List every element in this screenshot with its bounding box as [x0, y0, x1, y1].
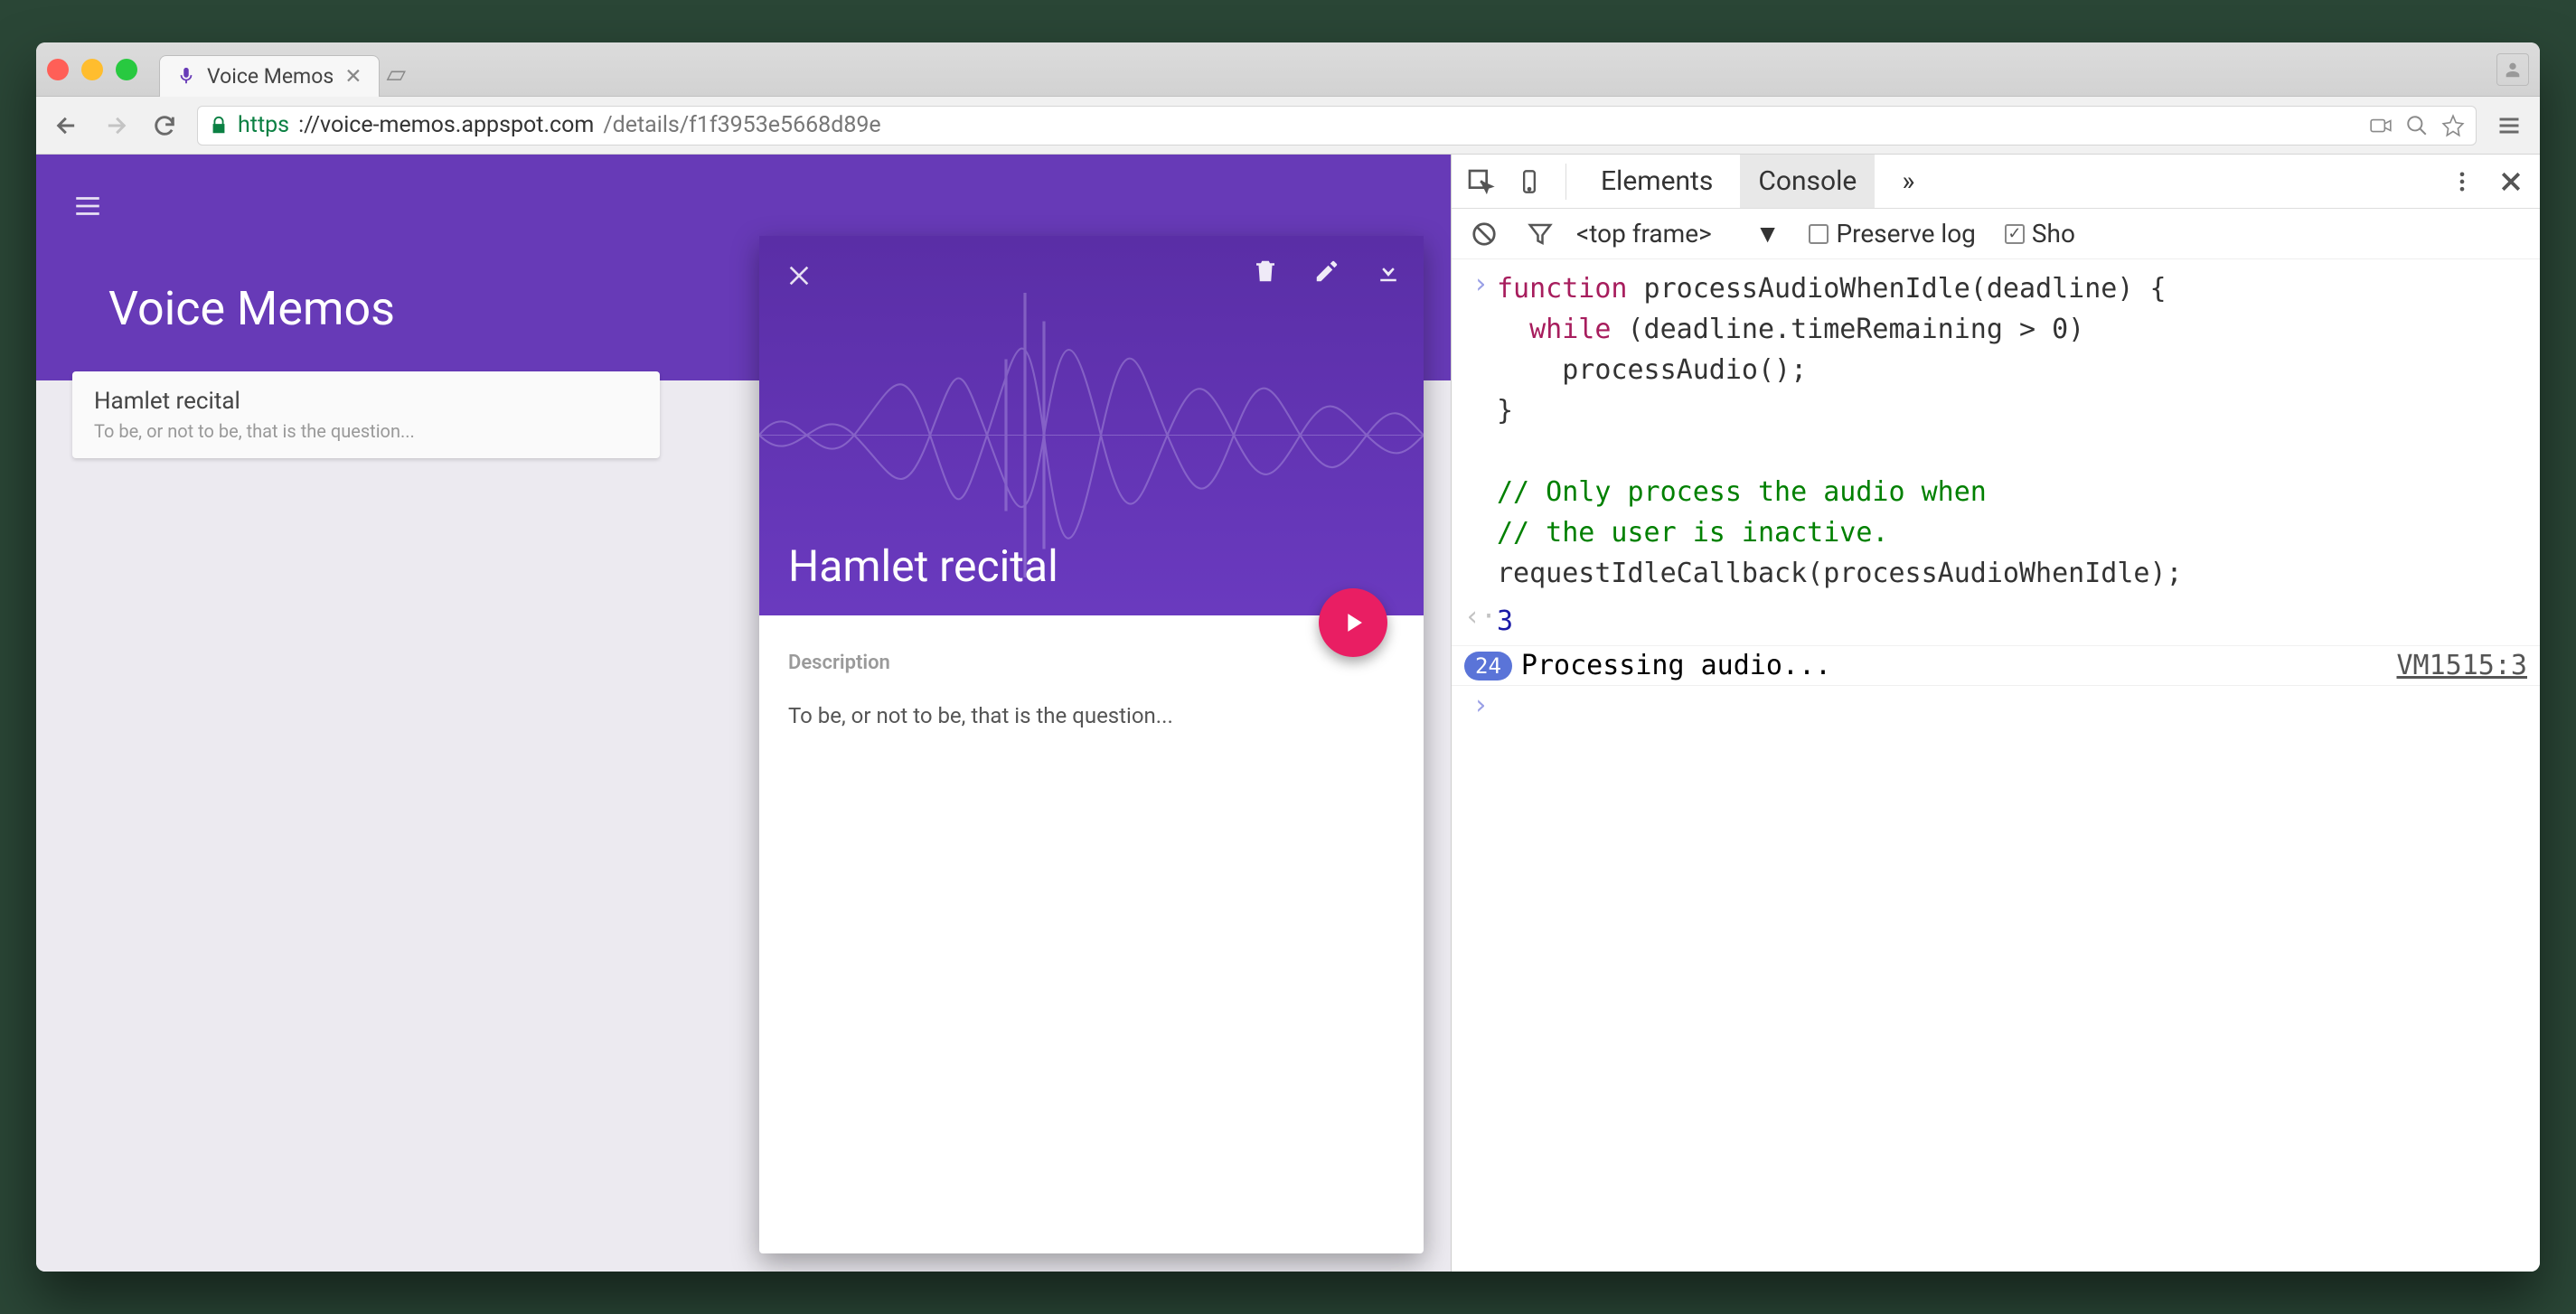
play-icon [1338, 607, 1368, 638]
url-host: ://voice-memos.appspot.com [298, 112, 594, 138]
app-menu-button[interactable] [72, 191, 103, 225]
checkbox-icon [2005, 224, 2025, 244]
microphone-icon [176, 66, 196, 86]
omnibox-actions [2369, 114, 2465, 137]
browser-window: Voice Memos ✕ ▱ https ://voice-memos.apps… [36, 42, 2540, 1272]
checkbox-icon [1809, 224, 1829, 244]
download-icon[interactable] [1375, 258, 1402, 285]
show-checkbox[interactable]: Sho [2005, 219, 2075, 249]
clear-console-button[interactable] [1464, 214, 1504, 254]
device-mode-button[interactable] [1509, 162, 1549, 202]
back-button[interactable] [51, 109, 83, 142]
hamburger-icon [72, 191, 103, 221]
tab-overflow[interactable]: » [1884, 155, 1932, 208]
app-title: Voice Memos [108, 281, 395, 336]
result-value: 3 [1497, 601, 1513, 642]
trash-icon[interactable] [1252, 258, 1279, 285]
prompt-icon: › [1464, 690, 1497, 721]
tab-strip: Voice Memos ✕ ▱ [36, 42, 2540, 97]
log-message: Processing audio... [1521, 650, 1831, 681]
devtools-panel: Elements Console » [1451, 155, 2540, 1272]
hamburger-icon [2496, 113, 2522, 138]
inspect-icon [1466, 167, 1495, 196]
detail-header: Hamlet recital [759, 236, 1424, 615]
nav-bar: https ://voice-memos.appspot.com/details/… [36, 97, 2540, 155]
memo-list: Hamlet recital To be, or not to be, that… [36, 371, 696, 458]
new-tab-button[interactable]: ▱ [387, 59, 407, 89]
console-result-row: ‹· 3 [1452, 597, 2540, 645]
console-output: › function processAudioWhenIdle(deadline… [1452, 259, 2540, 1272]
console-toolbar: <top frame> ▼ Preserve log Sho [1452, 209, 2540, 259]
prompt-icon: › [1464, 268, 1497, 300]
chevron-down-icon: ▼ [1755, 219, 1781, 249]
tab-title: Voice Memos [207, 64, 334, 89]
detail-actions [1252, 258, 1402, 285]
address-bar[interactable]: https ://voice-memos.appspot.com/details/… [197, 106, 2477, 145]
memo-card[interactable]: Hamlet recital To be, or not to be, that… [72, 371, 660, 458]
lock-icon [209, 116, 229, 136]
devtools-menu-button[interactable] [2442, 162, 2482, 202]
play-button[interactable] [1319, 588, 1387, 657]
inspect-element-button[interactable] [1461, 162, 1500, 202]
reload-icon [152, 113, 177, 138]
person-icon [2503, 60, 2523, 80]
console-code: function processAudioWhenIdle(deadline) … [1497, 268, 2183, 594]
console-input[interactable] [1497, 690, 1513, 730]
content-area: Voice Memos Hamlet recital To be, or not… [36, 155, 2540, 1272]
window-controls [47, 59, 137, 80]
console-input-row[interactable]: › function processAudioWhenIdle(deadline… [1452, 265, 2540, 597]
log-source-link[interactable]: VM1515:3 [2397, 650, 2528, 681]
memo-detail-panel: Hamlet recital Description To be, or not… [759, 236, 1424, 1253]
menu-button[interactable] [2493, 109, 2525, 142]
close-tab-button[interactable]: ✕ [344, 64, 362, 89]
preserve-log-label: Preserve log [1836, 219, 1975, 249]
reload-button[interactable] [148, 109, 181, 142]
profile-button[interactable] [2496, 53, 2529, 86]
show-label: Sho [2032, 219, 2075, 249]
context-label: <top frame> [1576, 219, 1712, 249]
star-icon[interactable] [2441, 114, 2465, 137]
funnel-icon [1527, 221, 1554, 248]
tab-elements[interactable]: Elements [1583, 155, 1731, 208]
minimize-window-button[interactable] [81, 59, 103, 80]
description-label: Description [788, 652, 1395, 674]
arrow-left-icon [54, 113, 80, 138]
close-icon [2497, 168, 2524, 195]
result-arrow-icon: ‹· [1464, 601, 1497, 633]
arrow-right-icon [103, 113, 128, 138]
log-count-badge: 24 [1464, 652, 1512, 680]
tab-console[interactable]: Console [1740, 155, 1875, 208]
memo-card-subtitle: To be, or not to be, that is the questio… [94, 420, 638, 442]
memo-card-title: Hamlet recital [94, 388, 638, 415]
forward-button[interactable] [99, 109, 132, 142]
url-path: /details/f1f3953e5668d89e [603, 112, 880, 138]
preserve-log-checkbox[interactable]: Preserve log [1809, 219, 1975, 249]
separator [1565, 164, 1566, 200]
device-icon [1517, 169, 1542, 194]
console-prompt-row[interactable]: › [1452, 686, 2540, 734]
url-protocol: https [238, 112, 289, 138]
description-text: To be, or not to be, that is the questio… [788, 703, 1395, 728]
camera-icon[interactable] [2369, 114, 2393, 137]
detail-title: Hamlet recital [788, 540, 1058, 592]
pencil-icon[interactable] [1313, 258, 1340, 285]
close-devtools-button[interactable] [2491, 162, 2531, 202]
zoom-icon[interactable] [2405, 114, 2429, 137]
browser-tab[interactable]: Voice Memos ✕ [159, 55, 380, 97]
kebab-icon [2449, 169, 2475, 194]
console-log-row: 24 Processing audio... VM1515:3 [1452, 645, 2540, 686]
maximize-window-button[interactable] [116, 59, 137, 80]
filter-button[interactable] [1520, 214, 1560, 254]
close-window-button[interactable] [47, 59, 69, 80]
close-icon [785, 261, 813, 290]
close-detail-button[interactable] [785, 261, 813, 294]
context-selector[interactable]: <top frame> ▼ [1576, 219, 1780, 249]
no-entry-icon [1471, 221, 1498, 248]
devtools-tab-bar: Elements Console » [1452, 155, 2540, 209]
voice-memos-app: Voice Memos Hamlet recital To be, or not… [36, 155, 1451, 1272]
